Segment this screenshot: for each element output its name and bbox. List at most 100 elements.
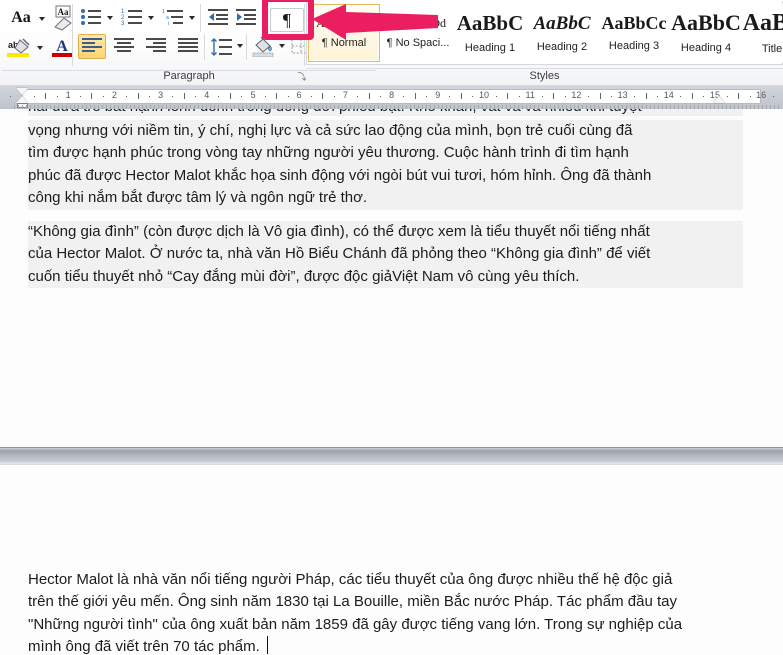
ruler-dot bbox=[703, 96, 705, 97]
ruler-dot bbox=[79, 96, 81, 97]
paragraph-3[interactable]: Hector Malot là nhà văn nổi tiếng người … bbox=[28, 569, 744, 655]
chevron-down-icon[interactable] bbox=[279, 44, 285, 48]
ruler-tick bbox=[322, 93, 324, 99]
ruler-dot bbox=[264, 96, 266, 97]
multilevel-list-button[interactable]: 1 a i bbox=[160, 6, 186, 28]
page-1[interactable]: hai đứa trẻ bất hạnh lênh đênh trong dòn… bbox=[0, 109, 783, 447]
style-no-spacing[interactable]: AaBbCcDd ¶ No Spaci... bbox=[382, 4, 454, 62]
ruler-tick bbox=[645, 93, 647, 99]
ruler-dot bbox=[611, 96, 613, 97]
numbered-list-icon: 1 2 3 bbox=[121, 9, 142, 26]
multilevel-list-icon: 1 a i bbox=[162, 9, 183, 26]
chevron-down-icon[interactable] bbox=[39, 17, 45, 21]
paragraph-clipped-top[interactable]: hai đứa trẻ bất hạnh lênh đênh trong dòn… bbox=[28, 109, 743, 116]
ruler-number: 12 bbox=[571, 90, 582, 100]
ruler-dot bbox=[772, 96, 774, 97]
ruler-tick bbox=[229, 93, 231, 99]
svg-text:Aa: Aa bbox=[58, 7, 69, 17]
page-break-separator bbox=[0, 447, 783, 465]
ruler-tick bbox=[553, 93, 555, 99]
highlight-color-icon: ab bbox=[7, 38, 30, 57]
ruler-dot bbox=[33, 96, 35, 97]
ruler-number: 2 bbox=[111, 90, 117, 100]
chevron-down-icon[interactable] bbox=[37, 46, 43, 50]
page-2[interactable]: Hector Malot là nhà văn nổi tiếng người … bbox=[0, 465, 783, 655]
shading-button[interactable] bbox=[250, 34, 276, 59]
style-heading-3[interactable]: AaBbCc Heading 3 bbox=[598, 4, 670, 62]
ribbon: Aa Aa ab A 1 2 3 1 a i Paragraph ⤵ ¶ AaB… bbox=[0, 0, 783, 86]
ruler-number: 11 bbox=[525, 90, 535, 100]
font-color-icon: A bbox=[52, 38, 72, 57]
style-label: Heading 3 bbox=[608, 40, 660, 52]
align-left-button[interactable] bbox=[78, 34, 106, 59]
style-heading-4[interactable]: AaBbC Heading 4 bbox=[670, 4, 742, 62]
ruler-number: 4 bbox=[204, 90, 210, 100]
line-spacing-button[interactable] bbox=[208, 34, 234, 59]
decrease-indent-button[interactable] bbox=[206, 6, 230, 28]
paragraph-2[interactable]: “Không gia đình” (còn được dịch là Vô gi… bbox=[28, 221, 743, 289]
ruler-dot bbox=[172, 96, 174, 97]
ruler-dot bbox=[356, 96, 358, 97]
ruler-tick bbox=[414, 93, 416, 99]
bullet-list-icon bbox=[81, 9, 101, 25]
chevron-down-icon[interactable] bbox=[189, 16, 195, 20]
increase-indent-icon bbox=[236, 9, 256, 25]
text-line: cuốn tiểu thuyết nhỏ “Cay đắng mùi đời”,… bbox=[28, 267, 580, 285]
ruler-tick bbox=[460, 93, 462, 99]
ruler-dot bbox=[564, 96, 566, 97]
ruler-number: 3 bbox=[158, 90, 164, 100]
ruler-number: 5 bbox=[250, 90, 256, 100]
show-formatting-marks-button[interactable]: ¶ bbox=[270, 8, 304, 32]
align-left-icon bbox=[82, 38, 102, 52]
horizontal-ruler[interactable]: 1 2 3 4 5 6 7 8 9 10 11 12 13 14 15 16 bbox=[0, 85, 783, 110]
text-line: mình ông đã viết trên 70 tác phẩm. bbox=[28, 638, 260, 655]
ruler-dot bbox=[241, 96, 243, 97]
text-line: trên thế giới yêu mến. Ông sinh năm 1830… bbox=[28, 593, 677, 611]
style-label: ¶ No Spaci... bbox=[386, 37, 450, 49]
ruler-dot bbox=[449, 96, 451, 97]
hanging-indent-marker[interactable] bbox=[16, 96, 28, 103]
increase-indent-button[interactable] bbox=[234, 6, 258, 28]
text-highlight-color-button[interactable]: ab bbox=[4, 36, 34, 60]
ruler-number: 6 bbox=[296, 90, 302, 100]
chevron-down-icon[interactable] bbox=[107, 16, 113, 20]
align-center-icon bbox=[114, 38, 134, 52]
text-cursor bbox=[267, 636, 268, 654]
change-case-button[interactable]: Aa bbox=[6, 6, 36, 30]
ruler-dot bbox=[333, 96, 335, 97]
style-normal[interactable]: AaBbCcDd ¶ Normal bbox=[308, 4, 380, 62]
ruler-dot bbox=[380, 96, 382, 97]
paragraph-1[interactable]: vọng nhưng với niềm tin, ý chí, nghị lực… bbox=[28, 120, 743, 210]
bullets-button[interactable] bbox=[78, 6, 104, 28]
style-heading-2[interactable]: AaBbC Heading 2 bbox=[526, 4, 598, 62]
first-line-indent-marker[interactable] bbox=[16, 88, 28, 95]
align-right-button[interactable] bbox=[142, 34, 170, 59]
ruler-number: 10 bbox=[478, 90, 490, 100]
ruler-number: 14 bbox=[663, 90, 674, 100]
ruler-dot bbox=[426, 96, 428, 97]
numbering-button[interactable]: 1 2 3 bbox=[119, 6, 145, 28]
text-line: tìm được hạnh phúc trong vòng tay những … bbox=[28, 144, 629, 162]
style-preview: AaBbC bbox=[533, 13, 591, 33]
ruler-dot bbox=[495, 96, 497, 97]
ruler-number: 13 bbox=[617, 90, 628, 100]
ruler-tick bbox=[137, 93, 139, 99]
document-canvas[interactable]: hai đứa trẻ bất hạnh lênh đênh trong dòn… bbox=[0, 109, 783, 655]
justify-button[interactable] bbox=[174, 34, 202, 59]
chevron-down-icon[interactable] bbox=[148, 16, 154, 20]
style-preview: AaBbCcDd bbox=[316, 17, 372, 29]
align-center-button[interactable] bbox=[110, 34, 138, 59]
style-heading-1[interactable]: AaBbC Heading 1 bbox=[454, 4, 526, 62]
mini-divider bbox=[200, 4, 201, 32]
chevron-down-icon[interactable] bbox=[237, 44, 243, 48]
change-case-icon: Aa bbox=[11, 9, 31, 26]
style-title[interactable]: AaBb Title bbox=[742, 4, 783, 62]
ruler-dot bbox=[310, 96, 312, 97]
right-indent-marker[interactable] bbox=[713, 96, 725, 103]
ruler-dot bbox=[541, 96, 543, 97]
ruler-tick bbox=[276, 93, 278, 99]
ruler-tick bbox=[45, 93, 47, 99]
style-label: Title bbox=[761, 43, 783, 55]
ruler-dot bbox=[472, 96, 474, 97]
text-line: công khi nắm bắt được tâm lý và ngôn ngữ… bbox=[28, 189, 368, 207]
